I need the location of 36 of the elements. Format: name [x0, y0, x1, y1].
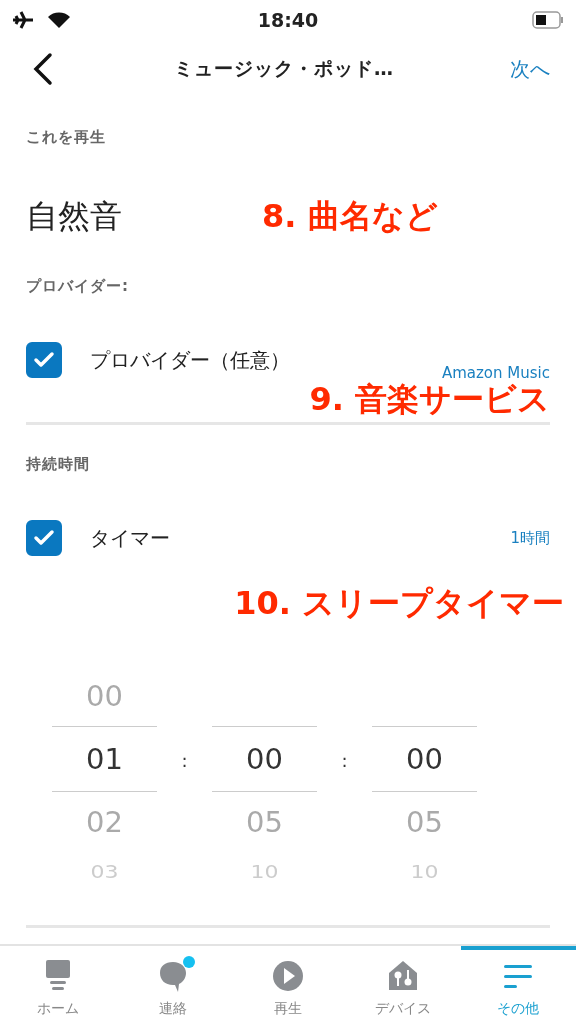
picker-item[interactable]: 00	[52, 666, 157, 726]
tab[interactable]: ホーム	[0, 946, 116, 1024]
next-link[interactable]: 次へ	[510, 55, 550, 83]
annotation: 10. スリープタイマー	[234, 583, 564, 624]
picker-item[interactable]: 00	[372, 726, 477, 792]
check-icon	[33, 351, 55, 369]
content-value: 自然音	[26, 196, 123, 237]
option-value[interactable]: 1時間	[510, 528, 550, 548]
status-time: 18:40	[257, 9, 319, 31]
battery-icon	[532, 11, 564, 29]
picker-item[interactable]: 05	[212, 792, 317, 852]
annotation: 8. 曲名など	[262, 196, 438, 237]
check-icon	[33, 529, 55, 547]
time-separator: :	[340, 750, 349, 771]
wifi-icon	[48, 12, 70, 28]
picker-item[interactable]: 00	[212, 726, 317, 792]
option-label: プロバイダー（任意）	[90, 346, 291, 374]
picker-item[interactable]: 02	[52, 792, 157, 852]
tab[interactable]: 再生	[230, 946, 346, 1024]
time-separator: :	[180, 750, 189, 771]
airplane-icon	[12, 10, 34, 30]
option-label: タイマー	[90, 524, 171, 552]
section-heading: これを再生	[26, 128, 107, 147]
screen-title: ミュージック・ポッド…	[173, 56, 395, 81]
section-heading: 持続時間	[26, 455, 91, 474]
tab[interactable]: 連絡	[115, 946, 231, 1024]
section-heading: プロバイダー:	[26, 277, 130, 296]
checkbox[interactable]	[26, 342, 62, 378]
checkbox[interactable]	[26, 520, 62, 556]
picker-item[interactable]: 01	[52, 726, 157, 792]
picker-item[interactable]: 05	[372, 792, 477, 852]
tab[interactable]: デバイス	[345, 946, 461, 1024]
annotation: 9. 音楽サービス	[309, 379, 550, 420]
tab[interactable]: その他	[460, 946, 576, 1024]
option-value[interactable]: Amazon Music	[441, 364, 550, 382]
play-icon	[270, 958, 306, 994]
